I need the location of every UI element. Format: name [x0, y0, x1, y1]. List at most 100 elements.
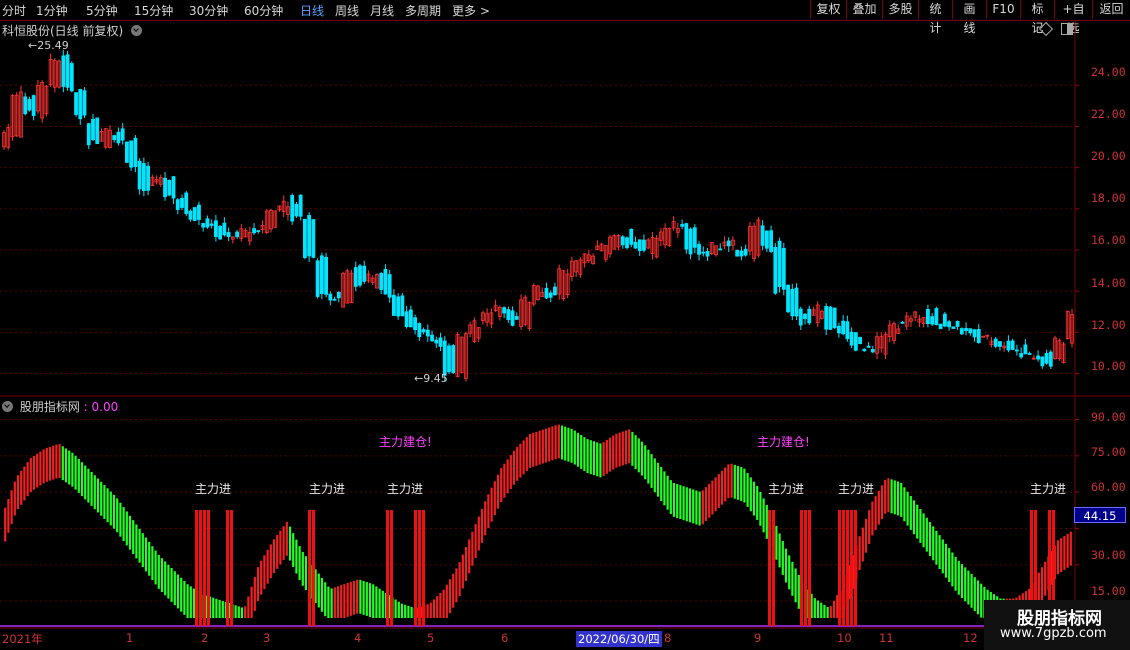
candle-body — [434, 339, 439, 344]
candle-body — [175, 199, 180, 210]
chart-frame — [0, 20, 1130, 629]
candle-body — [362, 265, 367, 282]
candle-body — [1044, 353, 1049, 364]
candle-body — [392, 294, 396, 316]
current-value-badge: 44.15 — [1074, 507, 1126, 523]
signal-bar — [386, 510, 389, 626]
signal-bar — [850, 510, 853, 626]
candle-body — [417, 323, 422, 338]
month-label: 3 — [263, 631, 271, 645]
candle-body — [358, 265, 362, 286]
candle-body — [336, 292, 341, 299]
main-panel-title: 科恒股份(日线 前复权) — [2, 24, 124, 38]
osc-y-tick: 75.00 — [1091, 445, 1126, 459]
y-tick: 24.00 — [1091, 65, 1126, 79]
candle-body — [133, 137, 138, 167]
candle-body — [625, 237, 629, 249]
candle-body — [807, 308, 812, 324]
y-tick: 12.00 — [1091, 318, 1126, 332]
indicator-title: 股朋指标网 — [19, 400, 80, 414]
candle-body — [209, 223, 214, 226]
y-tick: 20.00 — [1091, 149, 1126, 163]
candle-body — [976, 329, 981, 344]
signal-bar — [838, 510, 841, 626]
candle-body — [400, 295, 405, 317]
candle-body — [1036, 355, 1040, 360]
y-tick: 16.00 — [1091, 233, 1126, 247]
signal-bar — [199, 510, 202, 626]
candle-body — [781, 247, 786, 290]
candle-body — [307, 214, 312, 257]
candle-body — [192, 207, 197, 221]
candle-body — [319, 255, 324, 294]
candle-body — [290, 195, 295, 222]
signal-bar — [414, 510, 417, 626]
candle-body — [684, 223, 689, 250]
signal-bar — [230, 510, 233, 626]
chevron-down-icon[interactable] — [131, 25, 143, 36]
osc-y-tick: 60.00 — [1091, 480, 1126, 494]
candle-body — [74, 92, 78, 115]
candle-body — [837, 325, 841, 334]
candle-body — [858, 336, 862, 345]
candle-body — [926, 309, 930, 325]
candle-body — [65, 54, 70, 88]
watermark: 股朋指标网 www.7gpzb.com — [984, 600, 1130, 650]
candle-body — [112, 135, 117, 141]
candle-body — [824, 306, 829, 330]
signal-bar — [800, 510, 803, 626]
low-annotation: ←9.45 — [414, 372, 448, 385]
signal-label: 主力进 — [387, 482, 424, 496]
candle-body — [955, 320, 960, 327]
candle-body — [870, 349, 875, 353]
chevron-down-icon[interactable] — [2, 401, 13, 412]
candle-body — [315, 260, 320, 297]
build-position-label: 主力建仓! — [379, 435, 432, 449]
candle-body — [629, 228, 634, 245]
candle-body — [218, 225, 223, 240]
candle-body — [120, 128, 125, 141]
candle-body — [205, 218, 210, 228]
candle-body — [514, 316, 519, 320]
candle-body — [404, 311, 409, 328]
candle-body — [968, 328, 973, 334]
candle-body — [27, 99, 32, 111]
candle-body — [1019, 353, 1024, 358]
signal-bar — [804, 510, 807, 626]
candle-body — [379, 273, 384, 290]
candle-body — [421, 329, 426, 333]
candle-body — [510, 310, 515, 326]
signal-bar — [207, 510, 210, 626]
candle-body — [451, 345, 456, 374]
arrow-icon: ← — [28, 39, 38, 52]
candle-body — [743, 248, 748, 256]
signal-bar — [846, 510, 849, 626]
signal-bar — [312, 510, 315, 626]
candle-body — [506, 309, 511, 320]
candle-body — [866, 345, 871, 348]
candle-body — [396, 296, 401, 317]
candle-body — [116, 131, 121, 144]
y-tick: 22.00 — [1091, 107, 1126, 121]
osc-y-tick: 15.00 — [1091, 584, 1126, 598]
candle-body — [900, 321, 905, 324]
candle-body — [226, 232, 231, 238]
candle-body — [964, 328, 968, 332]
candle-body — [502, 307, 506, 314]
candle-body — [544, 287, 549, 299]
month-label: 2 — [201, 631, 209, 645]
candle-body — [777, 240, 782, 287]
panel-toggle-icon[interactable] — [1061, 23, 1073, 35]
candle-body — [726, 240, 731, 247]
candle-body — [353, 267, 358, 287]
price-chart[interactable] — [0, 0, 1130, 650]
month-label: 11 — [879, 631, 894, 645]
month-label: 1 — [126, 631, 134, 645]
candle-body — [718, 248, 723, 251]
candle-body — [222, 222, 227, 236]
candle-body — [163, 177, 167, 198]
month-label: 5 — [427, 631, 435, 645]
candle-body — [959, 328, 964, 335]
candle-body — [171, 176, 176, 199]
candle-body — [798, 308, 803, 326]
